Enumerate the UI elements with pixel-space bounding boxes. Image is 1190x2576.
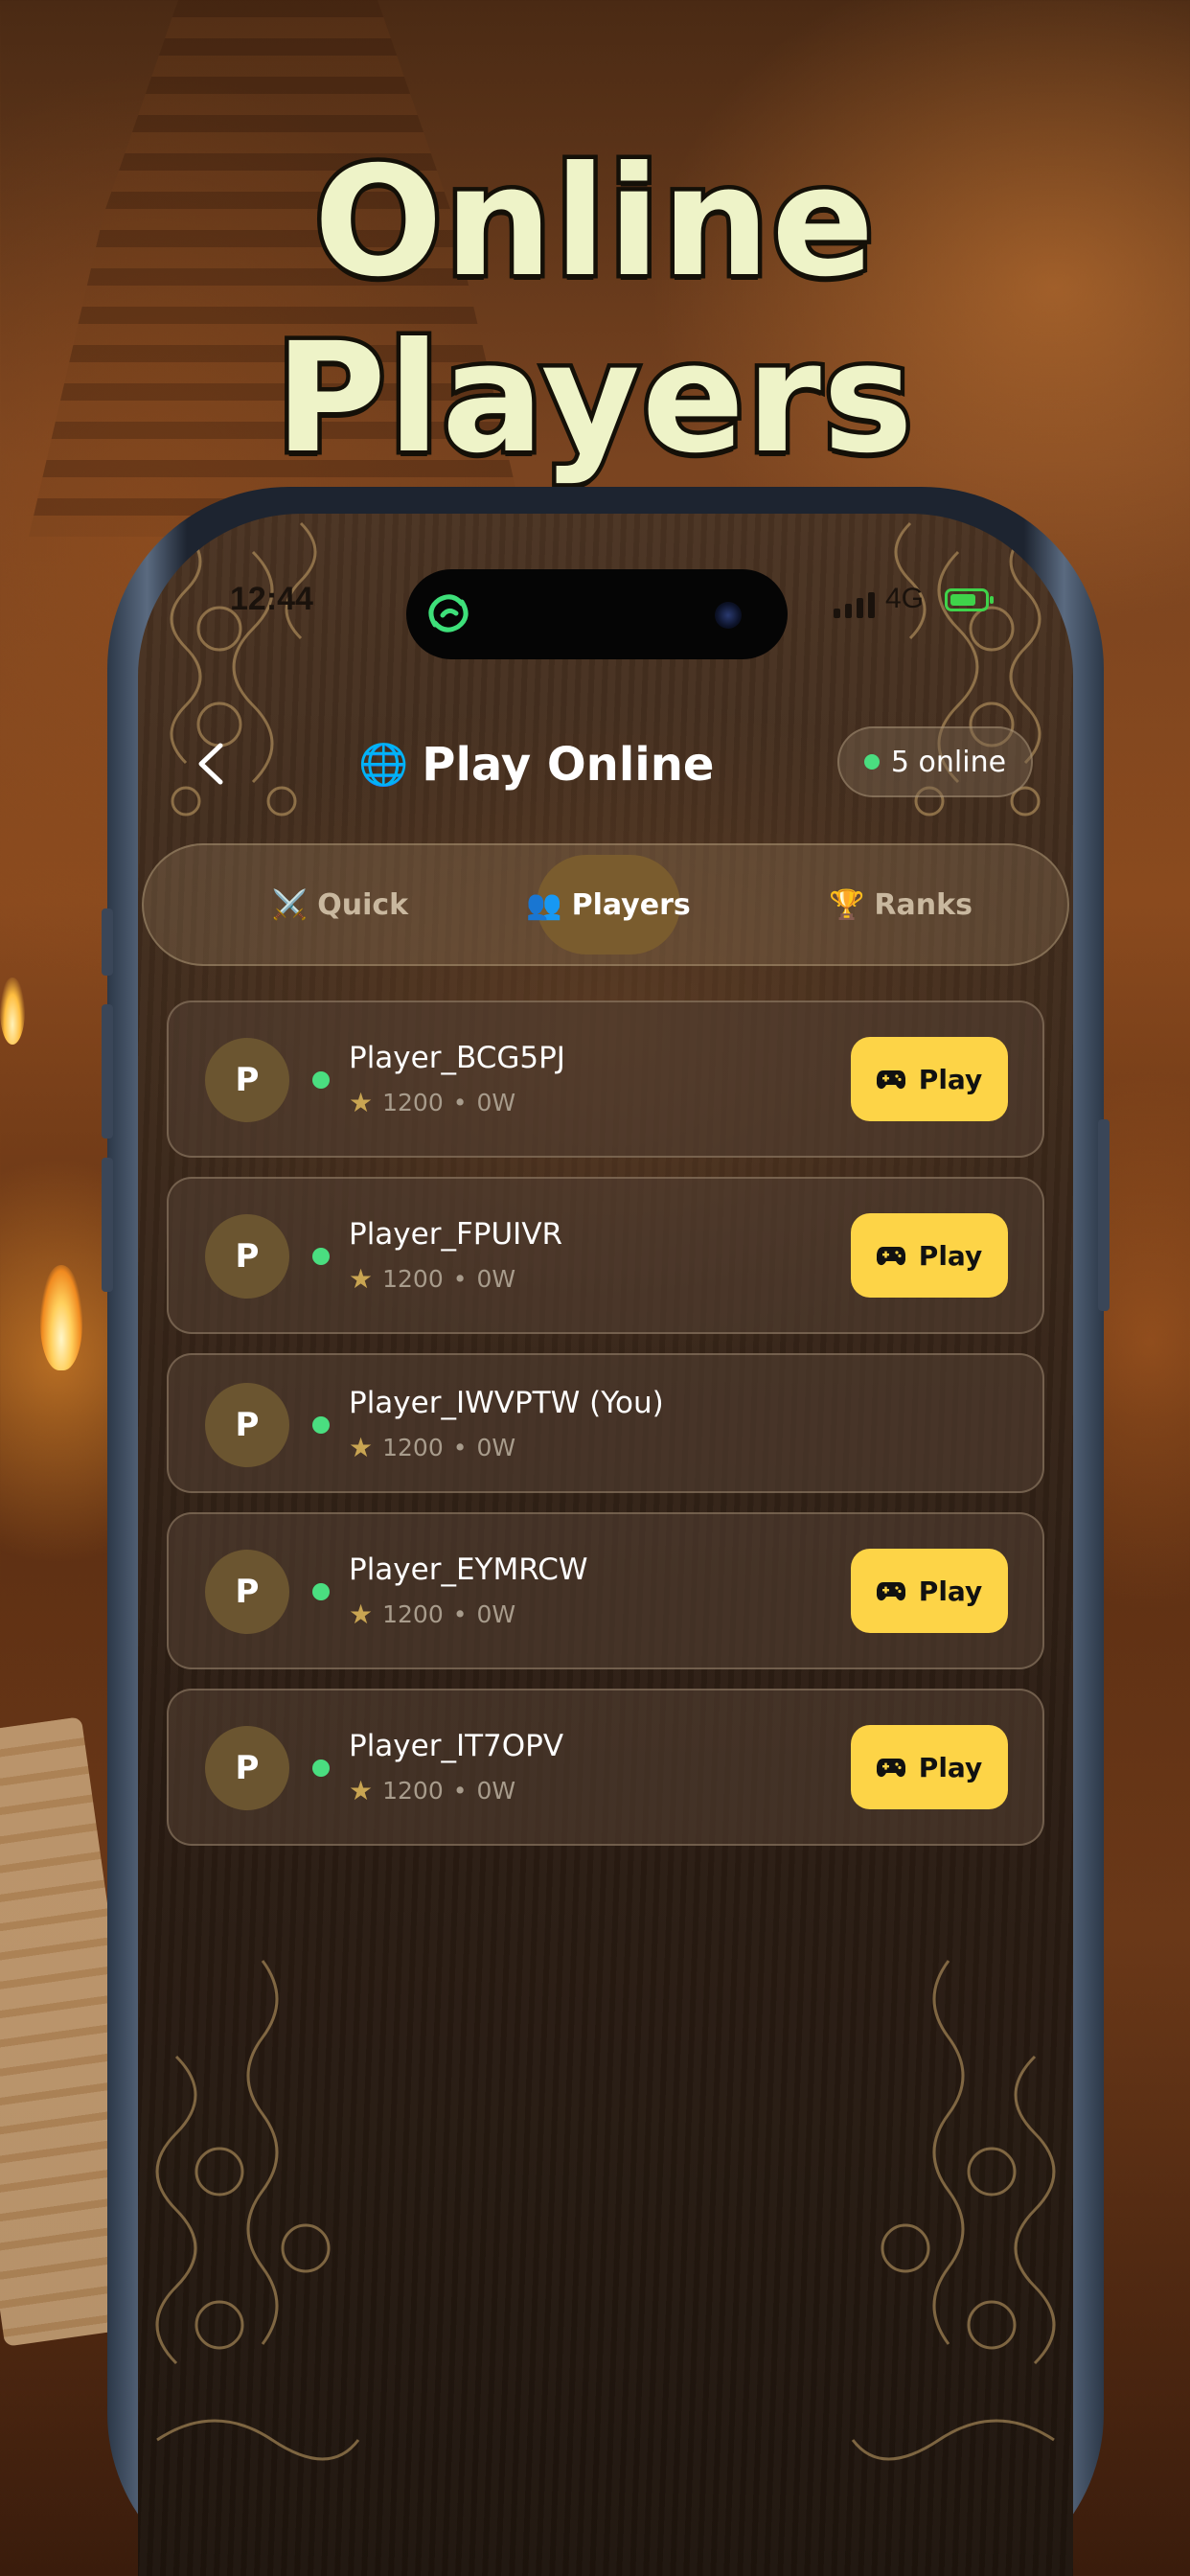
app-activity-icon (428, 594, 469, 632)
player-stats: ★ 1200 • 0W (349, 1263, 515, 1295)
player-rating: 1200 (382, 1777, 444, 1805)
front-camera (715, 602, 742, 629)
gamepad-icon (876, 1070, 905, 1090)
play-button[interactable]: Play (851, 1037, 1008, 1121)
player-rating: 1200 (382, 1089, 444, 1116)
swords-icon: ⚔️ (271, 887, 309, 922)
avatar: P (205, 1383, 289, 1467)
tab-label: Players (571, 887, 691, 922)
player-name: Player_FPUIVR (349, 1217, 563, 1252)
app-screen: 12:44 4G 🌐 Play Online 5 online ⚔️ Quick… (138, 514, 1073, 2576)
play-button-label: Play (918, 1239, 983, 1272)
online-status-dot (312, 1071, 330, 1089)
player-card: P Player_FPUIVR ★ 1200 • 0W Play (167, 1177, 1044, 1334)
online-count-label: 5 online (890, 745, 1007, 779)
phone-volume-down (102, 1158, 113, 1292)
player-wins: 0W (476, 1265, 516, 1293)
promo-headline: Online Players (271, 130, 918, 492)
play-button-label: Play (918, 1575, 983, 1607)
star-icon: ★ (349, 1087, 374, 1118)
status-time: 12:44 (230, 581, 313, 617)
player-wins: 0W (476, 1089, 516, 1116)
page-title: 🌐 Play Online (358, 738, 714, 792)
kolam-decoration-bottom-right (851, 1960, 1056, 2461)
gamepad-icon (876, 1247, 905, 1266)
player-card: P Player_IT7OPV ★ 1200 • 0W Play (167, 1689, 1044, 1846)
avatar: P (205, 1214, 289, 1299)
player-stats: ★ 1200 • 0W (349, 1087, 515, 1118)
player-wins: 0W (476, 1600, 516, 1628)
player-stats: ★ 1200 • 0W (349, 1432, 515, 1463)
signal-strength-icon (834, 592, 875, 618)
tab-label: Ranks (874, 887, 973, 922)
player-rating: 1200 (382, 1434, 444, 1461)
stats-separator: • (452, 1434, 468, 1461)
stats-separator: • (452, 1089, 468, 1116)
gamepad-icon (876, 1759, 905, 1778)
player-stats: ★ 1200 • 0W (349, 1775, 515, 1806)
app-header: 🌐 Play Online 5 online (138, 705, 1073, 820)
online-status-dot (312, 1760, 330, 1777)
play-button[interactable]: Play (851, 1725, 1008, 1809)
player-stats: ★ 1200 • 0W (349, 1598, 515, 1630)
player-name: Player_EYMRCW (349, 1552, 588, 1587)
stats-separator: • (452, 1265, 468, 1293)
stats-separator: • (452, 1600, 468, 1628)
play-button[interactable]: Play (851, 1213, 1008, 1298)
kolam-decoration-bottom-left (155, 1960, 360, 2461)
people-icon: 👥 (526, 887, 562, 922)
player-card-self: P Player_IWVPTW (You) ★ 1200 • 0W (167, 1353, 1044, 1493)
phone-frame: 12:44 4G 🌐 Play Online 5 online ⚔️ Quick… (102, 487, 1110, 2576)
phone-side-button (102, 908, 113, 976)
chevron-left-icon[interactable] (192, 740, 230, 788)
background-lamp-flame (0, 978, 25, 1045)
player-name: Player_IT7OPV (349, 1729, 564, 1763)
player-card: P Player_BCG5PJ ★ 1200 • 0W Play (167, 1000, 1044, 1158)
page-title-text: Play Online (422, 738, 715, 792)
player-wins: 0W (476, 1434, 516, 1461)
online-status-dot (863, 754, 880, 770)
trophy-icon: 🏆 (829, 887, 865, 922)
globe-icon: 🌐 (358, 741, 409, 788)
tab-bar: ⚔️ Quick 👥 Players 🏆 Ranks (142, 843, 1069, 966)
player-wins: 0W (476, 1777, 516, 1805)
phone-volume-up (102, 1004, 113, 1138)
star-icon: ★ (349, 1263, 374, 1295)
star-icon: ★ (349, 1598, 374, 1630)
tab-ranks[interactable]: 🏆 Ranks (795, 855, 1006, 954)
background-lamp-flame (40, 1265, 82, 1370)
stats-separator: • (452, 1777, 468, 1805)
player-card: P Player_EYMRCW ★ 1200 • 0W Play (167, 1512, 1044, 1669)
battery-charging-icon (945, 588, 994, 611)
player-name: Player_BCG5PJ (349, 1041, 565, 1075)
gamepad-icon (876, 1582, 905, 1601)
online-status-dot (312, 1416, 330, 1434)
avatar: P (205, 1550, 289, 1634)
play-button-label: Play (918, 1063, 983, 1095)
tab-label: Quick (317, 887, 409, 922)
tab-players[interactable]: 👥 Players (498, 855, 719, 954)
player-name: Player_IWVPTW (You) (349, 1386, 664, 1420)
player-rating: 1200 (382, 1265, 444, 1293)
play-button-label: Play (918, 1751, 983, 1783)
play-button[interactable]: Play (851, 1549, 1008, 1633)
player-rating: 1200 (382, 1600, 444, 1628)
dynamic-island (406, 569, 788, 659)
online-count-badge: 5 online (837, 726, 1033, 797)
phone-power-button (1098, 1119, 1110, 1311)
avatar: P (205, 1038, 289, 1122)
tab-quick[interactable]: ⚔️ Quick (220, 855, 460, 954)
online-status-dot (312, 1248, 330, 1265)
star-icon: ★ (349, 1775, 374, 1806)
star-icon: ★ (349, 1432, 374, 1463)
status-bar: 12:44 4G (138, 569, 1073, 659)
online-status-dot (312, 1583, 330, 1600)
network-type: 4G (885, 583, 925, 614)
avatar: P (205, 1726, 289, 1810)
